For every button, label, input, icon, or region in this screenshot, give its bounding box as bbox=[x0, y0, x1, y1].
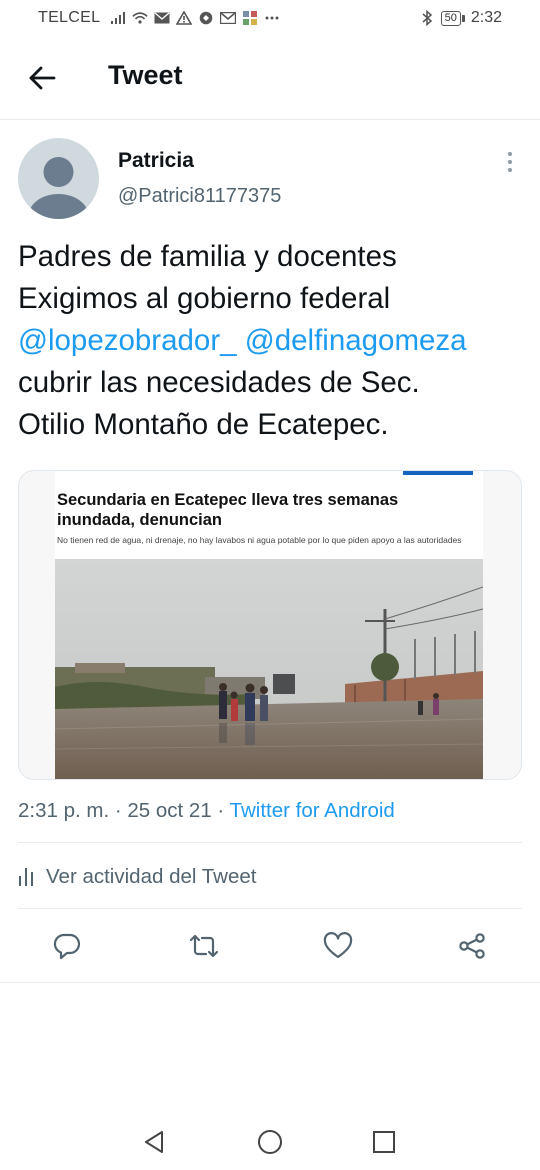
heart-icon bbox=[323, 932, 353, 959]
app-icon bbox=[242, 10, 258, 26]
divider bbox=[0, 982, 540, 983]
arrow-left-icon bbox=[29, 66, 56, 90]
tweet-time: 2:31 p. m. bbox=[18, 799, 110, 822]
news-screenshot: Secundaria en Ecatepec lleva tres semana… bbox=[55, 471, 483, 779]
tweet-date: 25 oct 21 bbox=[127, 799, 212, 822]
tweet-actions bbox=[0, 926, 540, 966]
nav-home-button[interactable] bbox=[254, 1126, 286, 1158]
vpn-icon bbox=[198, 10, 214, 26]
tweet-line: Otilio Montaño de Ecatepec. bbox=[18, 408, 389, 441]
nav-back-button[interactable] bbox=[138, 1126, 170, 1158]
carrier-name: TELCEL bbox=[38, 9, 101, 26]
news-tab-accent bbox=[403, 471, 473, 475]
nav-home-icon bbox=[258, 1130, 282, 1154]
battery-level: 50 bbox=[440, 10, 461, 26]
nav-back-icon bbox=[145, 1131, 163, 1153]
tweet-timestamp: 2:31 p. m. · 25 oct 21 · Twitter for And… bbox=[18, 799, 395, 822]
retweet-icon bbox=[189, 934, 219, 958]
view-activity-label: Ver actividad del Tweet bbox=[46, 865, 257, 888]
like-button[interactable] bbox=[318, 926, 358, 966]
gmail-icon bbox=[220, 10, 237, 26]
flooded-street-photo bbox=[55, 559, 483, 779]
status-right: 50 2:32 bbox=[419, 9, 502, 27]
reply-button[interactable] bbox=[47, 926, 87, 966]
wifi-icon bbox=[132, 10, 148, 26]
back-button[interactable] bbox=[26, 62, 58, 94]
news-subheadline: No tienen red de agua, ni drenaje, no ha… bbox=[57, 535, 462, 545]
news-headline: Secundaria en Ecatepec lleva tres semana… bbox=[57, 491, 399, 529]
divider bbox=[18, 842, 522, 843]
tweet-line: Exigimos al gobierno federal bbox=[18, 282, 391, 315]
share-button[interactable] bbox=[452, 926, 492, 966]
signal-icon bbox=[110, 10, 126, 26]
analytics-icon bbox=[19, 868, 33, 886]
share-icon bbox=[459, 933, 485, 959]
status-bar: TELCEL 50 2:32 bbox=[0, 0, 540, 36]
bluetooth-icon bbox=[419, 10, 435, 26]
more-dots-icon bbox=[264, 10, 280, 26]
more-options-button[interactable] bbox=[498, 148, 522, 176]
nav-recents-button[interactable] bbox=[368, 1126, 400, 1158]
mail-icon bbox=[154, 10, 170, 26]
tweet-line: Padres de familia y docentes bbox=[18, 240, 397, 273]
tweet-text: Padres de familia y docentes Exigimos al… bbox=[18, 236, 523, 446]
avatar[interactable] bbox=[18, 138, 99, 219]
tweet-mentions-line: @lopezobrador_ @delfinagomeza bbox=[18, 320, 523, 362]
clock: 2:32 bbox=[470, 9, 502, 26]
tweet-source-link[interactable]: Twitter for Android bbox=[230, 799, 395, 822]
warning-icon bbox=[176, 10, 193, 26]
system-nav-bar bbox=[0, 1110, 540, 1170]
page-title: Tweet bbox=[108, 60, 183, 90]
mention-link[interactable]: @delfinagomeza bbox=[245, 324, 467, 357]
battery-icon: 50 bbox=[440, 10, 465, 26]
retweet-button[interactable] bbox=[184, 926, 224, 966]
tweet-line: cubrir las necesidades de Sec. bbox=[18, 366, 420, 399]
default-avatar-icon bbox=[28, 157, 89, 219]
author-name[interactable]: Patricia bbox=[118, 149, 194, 173]
view-tweet-activity-button[interactable]: Ver actividad del Tweet bbox=[18, 862, 256, 892]
top-app-bar: Tweet bbox=[0, 36, 540, 120]
author-handle[interactable]: @Patrici81177375 bbox=[118, 185, 281, 208]
reply-icon bbox=[53, 933, 81, 960]
status-left: TELCEL bbox=[38, 9, 280, 27]
divider bbox=[18, 908, 522, 909]
more-vertical-icon bbox=[508, 152, 512, 156]
tweet-media[interactable]: Secundaria en Ecatepec lleva tres semana… bbox=[18, 470, 522, 780]
mention-link[interactable]: @lopezobrador_ bbox=[18, 324, 237, 357]
nav-recents-icon bbox=[373, 1131, 395, 1153]
